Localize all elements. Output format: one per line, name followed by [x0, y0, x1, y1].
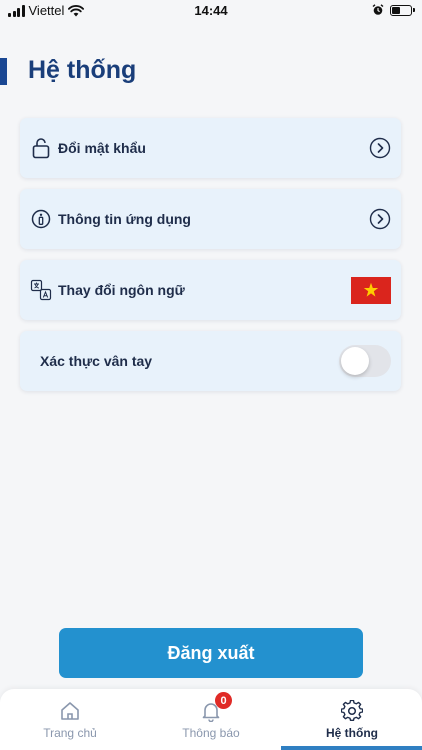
- app-info-label: Thông tin ứng dụng: [58, 211, 191, 227]
- info-icon: [30, 208, 52, 230]
- logout-button[interactable]: Đăng xuất: [59, 628, 363, 678]
- chevron-right-icon: [369, 208, 391, 230]
- clock: 14:44: [194, 3, 228, 18]
- fingerprint-row: Xác thực vân tay: [20, 331, 401, 391]
- home-icon: [59, 700, 81, 722]
- page-title: Hệ thống: [28, 56, 137, 84]
- translate-icon: [30, 279, 52, 301]
- nav-home-label: Trang chủ: [43, 726, 97, 740]
- battery-icon: [390, 4, 415, 16]
- vietnam-flag-icon[interactable]: [351, 276, 391, 304]
- nav-notifications-label: Thông báo: [182, 726, 240, 740]
- status-icons: [372, 4, 415, 16]
- bell-icon: 0: [200, 692, 232, 723]
- fingerprint-toggle[interactable]: [339, 345, 391, 377]
- bottom-nav: Trang chủ 0 Thông báo Hệ thống: [0, 689, 422, 750]
- gear-icon: [340, 699, 364, 722]
- nav-home[interactable]: Trang chủ: [0, 689, 140, 750]
- toggle-knob: [341, 347, 369, 375]
- change-password-row[interactable]: Đổi mật khẩu: [20, 118, 401, 178]
- status-bar: Viettel 14:44: [0, 0, 422, 22]
- lock-icon: [30, 137, 52, 159]
- active-tab-indicator: [281, 746, 422, 750]
- change-password-label: Đổi mật khẩu: [58, 140, 146, 156]
- language-row[interactable]: Thay đổi ngôn ngữ: [20, 260, 401, 320]
- notification-badge: 0: [215, 692, 232, 709]
- app-info-row[interactable]: Thông tin ứng dụng: [20, 189, 401, 249]
- fingerprint-label: Xác thực vân tay: [40, 353, 153, 369]
- nav-notifications[interactable]: 0 Thông báo: [141, 689, 281, 750]
- alarm-icon: [372, 4, 384, 15]
- nav-system-label: Hệ thống: [326, 726, 378, 740]
- title-accent-bar: [0, 58, 7, 85]
- language-label: Thay đổi ngôn ngữ: [58, 282, 185, 298]
- chevron-right-icon: [369, 137, 391, 159]
- nav-system[interactable]: Hệ thống: [282, 689, 422, 750]
